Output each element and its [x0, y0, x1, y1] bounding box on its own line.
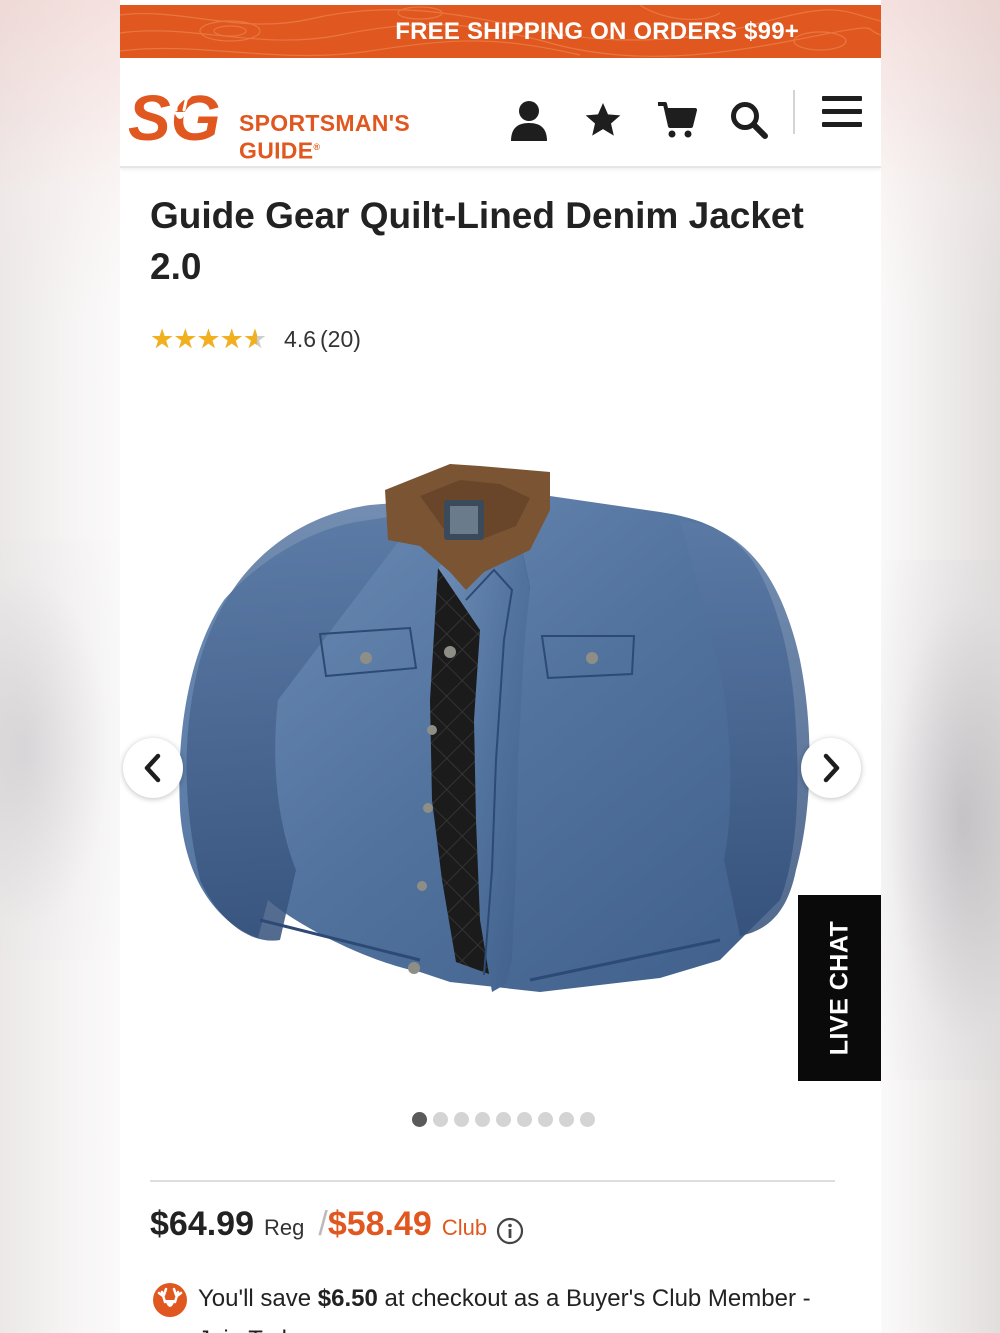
club-price-label: Club	[441, 1215, 488, 1240]
rating-value: 4.6	[284, 325, 317, 352]
live-chat-label: LIVE CHAT	[825, 920, 853, 1056]
chevron-left-icon	[144, 753, 161, 783]
gallery-dot[interactable]	[412, 1112, 427, 1127]
gallery-pagination	[120, 1112, 881, 1127]
live-chat-button[interactable]: LIVE CHAT	[798, 895, 881, 1081]
favorites-button[interactable]	[581, 98, 625, 142]
cart-button[interactable]	[655, 98, 699, 142]
chevron-right-icon	[823, 753, 840, 783]
account-button[interactable]	[507, 98, 551, 142]
product-image-gallery[interactable]	[120, 400, 881, 1080]
price-row: $64.99 Reg / $58.49 Club	[150, 1205, 524, 1245]
logo-monogram: SG	[128, 82, 220, 150]
gallery-dot[interactable]	[559, 1112, 574, 1127]
gallery-dot[interactable]	[475, 1112, 490, 1127]
gallery-dot[interactable]	[580, 1112, 595, 1127]
product-rating[interactable]: ★★★★★ ★★★★★ 4.6 (20)	[150, 322, 361, 356]
sportsmans-guide-logo[interactable]: SG SPORTSMAN'S GUIDE®	[126, 80, 426, 163]
search-button[interactable]	[727, 98, 771, 142]
gallery-dot[interactable]	[538, 1112, 553, 1127]
gallery-dot[interactable]	[517, 1112, 532, 1127]
sg-monogram-icon: SG	[128, 82, 220, 150]
stars-filled: ★★★★★	[150, 324, 257, 354]
price-separator: /	[318, 1205, 328, 1243]
brand-name-line1: SPORTSMAN'S	[239, 110, 411, 136]
club-info-button[interactable]	[496, 1217, 524, 1245]
rating-stars-icon: ★★★★★ ★★★★★	[150, 324, 267, 354]
review-count[interactable]: (20)	[320, 326, 361, 353]
product-title: Guide Gear Quilt-Lined Denim Jacket 2.0	[150, 195, 804, 287]
menu-icon	[822, 96, 862, 127]
buyers-club-savings: You'll save $6.50 at checkout as a Buyer…	[150, 1278, 850, 1333]
info-icon	[496, 1217, 524, 1245]
search-icon	[731, 102, 768, 139]
savings-prefix: You'll save	[198, 1285, 318, 1312]
product-image	[179, 464, 810, 992]
buyers-club-badge-icon	[153, 1283, 187, 1317]
background-shadow-left	[0, 540, 125, 960]
section-divider	[150, 1180, 835, 1182]
background-shadow-right	[875, 560, 1000, 1080]
registered-mark: ®	[313, 142, 321, 152]
savings-message[interactable]: You'll save $6.50 at checkout as a Buyer…	[150, 1278, 850, 1333]
regular-price: $64.99	[150, 1205, 254, 1243]
gallery-dot[interactable]	[454, 1112, 469, 1127]
gallery-dot[interactable]	[433, 1112, 448, 1127]
favorites-star-icon	[585, 103, 621, 136]
gallery-dot[interactable]	[496, 1112, 511, 1127]
gallery-next-button[interactable]	[801, 738, 861, 798]
promo-banner[interactable]: FREE SHIPPING ON ORDERS $99+	[120, 5, 881, 58]
promo-text: FREE SHIPPING ON ORDERS $99+	[395, 18, 799, 45]
savings-amount: $6.50	[317, 1285, 378, 1312]
regular-price-label: Reg	[264, 1215, 305, 1240]
site-header: SG SPORTSMAN'S GUIDE®	[120, 58, 881, 168]
cart-icon	[658, 102, 697, 138]
brand-wordmark: SPORTSMAN'S GUIDE®	[239, 111, 410, 163]
header-divider	[793, 90, 795, 134]
brand-name-line2: GUIDE	[239, 137, 314, 164]
menu-button[interactable]	[820, 90, 864, 134]
mobile-page: FREE SHIPPING ON ORDERS $99+ SG SPORTSMA…	[120, 0, 881, 1333]
club-price: $58.49	[327, 1205, 432, 1243]
account-icon	[511, 101, 547, 141]
gallery-previous-button[interactable]	[123, 738, 183, 798]
